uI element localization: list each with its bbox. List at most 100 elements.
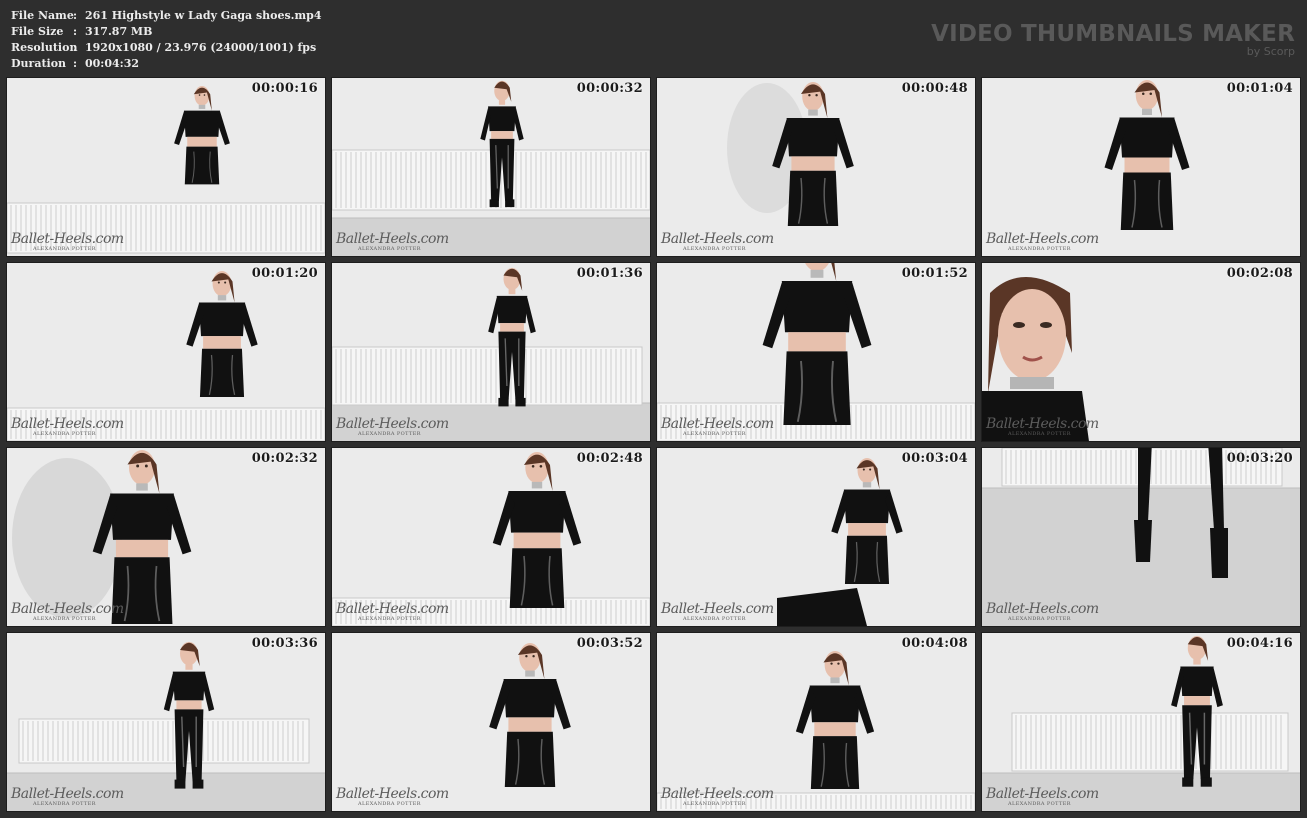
thumbnail-frame-image xyxy=(657,78,975,256)
file-name-label: File Name xyxy=(11,9,74,22)
thumbnail-frame-image xyxy=(7,263,325,441)
thumbnail-frame-image xyxy=(7,633,325,811)
file-info-row: Resolution : 1920x1080 / 23.976 (24000/1… xyxy=(11,40,322,56)
thumbnail-frame-image xyxy=(7,78,325,256)
watermark-text: Ballet-Heels.com xyxy=(986,231,1099,247)
thumbnail-timestamp: 00:03:04 xyxy=(901,451,968,466)
thumbnail-frame-image xyxy=(982,263,1300,441)
video-thumbnail[interactable]: 00:04:16 Ballet-Heels.com ALEXANDRA POTTER xyxy=(981,632,1301,812)
separator: : xyxy=(73,9,78,22)
thumbnail-timestamp: 00:03:52 xyxy=(576,636,643,651)
watermark-logo: Ballet-Heels.com ALEXANDRA POTTER xyxy=(986,601,1099,624)
watermark-logo: Ballet-Heels.com ALEXANDRA POTTER xyxy=(11,416,124,439)
thumbnail-timestamp: 00:02:32 xyxy=(251,451,318,466)
watermark-logo: Ballet-Heels.com ALEXANDRA POTTER xyxy=(986,231,1099,254)
thumbnail-timestamp: 00:00:16 xyxy=(251,81,318,96)
video-thumbnail[interactable]: 00:03:36 Ballet-Heels.com ALEXANDRA POTTER xyxy=(6,632,326,812)
watermark-text: Ballet-Heels.com xyxy=(336,416,449,432)
watermark-text: Ballet-Heels.com xyxy=(661,416,774,432)
resolution-label: Resolution xyxy=(11,41,78,54)
duration-label: Duration xyxy=(11,57,67,70)
thumbnail-timestamp: 00:03:20 xyxy=(1226,451,1293,466)
file-info-row: Duration : 00:04:32 xyxy=(11,56,322,72)
thumbnail-timestamp: 00:01:52 xyxy=(901,266,968,281)
brand-title: VIDEO THUMBNAILS MAKER xyxy=(931,21,1295,47)
watermark-text: Ballet-Heels.com xyxy=(661,786,774,802)
file-info-row: File Size : 317.87 MB xyxy=(11,24,322,40)
video-thumbnail[interactable]: 00:02:08 Ballet-Heels.com ALEXANDRA POTTER xyxy=(981,262,1301,442)
watermark-logo: Ballet-Heels.com ALEXANDRA POTTER xyxy=(986,786,1099,809)
watermark-text: Ballet-Heels.com xyxy=(11,416,124,432)
video-thumbnail[interactable]: 00:00:48 Ballet-Heels.com ALEXANDRA POTTER xyxy=(656,77,976,257)
video-thumbnail[interactable]: 00:03:20 Ballet-Heels.com ALEXANDRA POTTER xyxy=(981,447,1301,627)
watermark-logo: Ballet-Heels.com ALEXANDRA POTTER xyxy=(661,786,774,809)
watermark-logo: Ballet-Heels.com ALEXANDRA POTTER xyxy=(661,601,774,624)
thumbnail-frame-image xyxy=(657,633,975,811)
resolution-value: 1920x1080 / 23.976 (24000/1001) fps xyxy=(85,41,317,54)
watermark-text: Ballet-Heels.com xyxy=(336,786,449,802)
thumbnail-frame-image xyxy=(657,263,975,441)
thumbnail-timestamp: 00:00:48 xyxy=(901,81,968,96)
thumbnail-frame-image xyxy=(332,78,650,256)
watermark-logo: Ballet-Heels.com ALEXANDRA POTTER xyxy=(986,416,1099,439)
watermark-text: Ballet-Heels.com xyxy=(11,786,124,802)
watermark-logo: Ballet-Heels.com ALEXANDRA POTTER xyxy=(11,786,124,809)
watermark-logo: Ballet-Heels.com ALEXANDRA POTTER xyxy=(11,601,124,624)
thumbnail-timestamp: 00:04:08 xyxy=(901,636,968,651)
file-name-value: 261 Highstyle w Lady Gaga shoes.mp4 xyxy=(85,9,322,22)
watermark-text: Ballet-Heels.com xyxy=(661,601,774,617)
duration-value: 00:04:32 xyxy=(85,57,140,70)
thumbnail-frame-image xyxy=(7,448,325,626)
watermark-text: Ballet-Heels.com xyxy=(661,231,774,247)
thumbnail-frame-image xyxy=(332,448,650,626)
file-info: File Name : 261 Highstyle w Lady Gaga sh… xyxy=(11,8,322,72)
thumbnail-timestamp: 00:02:48 xyxy=(576,451,643,466)
watermark-text: Ballet-Heels.com xyxy=(336,231,449,247)
thumbnail-timestamp: 00:01:20 xyxy=(251,266,318,281)
watermark-logo: Ballet-Heels.com ALEXANDRA POTTER xyxy=(11,231,124,254)
thumbnail-timestamp: 00:03:36 xyxy=(251,636,318,651)
watermark-text: Ballet-Heels.com xyxy=(986,601,1099,617)
thumbnail-timestamp: 00:00:32 xyxy=(576,81,643,96)
thumbnail-frame-image xyxy=(657,448,975,626)
thumbnail-frame-image xyxy=(332,633,650,811)
watermark-logo: Ballet-Heels.com ALEXANDRA POTTER xyxy=(661,231,774,254)
file-size-value: 317.87 MB xyxy=(85,25,153,38)
file-info-row: File Name : 261 Highstyle w Lady Gaga sh… xyxy=(11,8,322,24)
separator: : xyxy=(73,25,78,38)
video-thumbnail[interactable]: 00:01:04 Ballet-Heels.com ALEXANDRA POTTER xyxy=(981,77,1301,257)
video-thumbnail[interactable]: 00:01:20 Ballet-Heels.com ALEXANDRA POTTER xyxy=(6,262,326,442)
thumbnail-frame-image xyxy=(982,448,1300,626)
video-thumbnail[interactable]: 00:03:04 Ballet-Heels.com ALEXANDRA POTTER xyxy=(656,447,976,627)
watermark-logo: Ballet-Heels.com ALEXANDRA POTTER xyxy=(336,786,449,809)
watermark-text: Ballet-Heels.com xyxy=(336,601,449,617)
video-thumbnail[interactable]: 00:04:08 Ballet-Heels.com ALEXANDRA POTTER xyxy=(656,632,976,812)
header: File Name : 261 Highstyle w Lady Gaga sh… xyxy=(0,0,1307,74)
video-thumbnail[interactable]: 00:01:52 Ballet-Heels.com ALEXANDRA POTTER xyxy=(656,262,976,442)
separator: : xyxy=(73,57,78,70)
watermark-text: Ballet-Heels.com xyxy=(11,601,124,617)
thumbnail-timestamp: 00:02:08 xyxy=(1226,266,1293,281)
watermark-text: Ballet-Heels.com xyxy=(986,416,1099,432)
video-thumbnail[interactable]: 00:00:32 Ballet-Heels.com ALEXANDRA POTTER xyxy=(331,77,651,257)
watermark-logo: Ballet-Heels.com ALEXANDRA POTTER xyxy=(336,601,449,624)
video-thumbnail[interactable]: 00:00:16 Ballet-Heels.com ALEXANDRA POTTER xyxy=(6,77,326,257)
watermark-logo: Ballet-Heels.com ALEXANDRA POTTER xyxy=(661,416,774,439)
separator: : xyxy=(73,41,78,54)
video-thumbnail[interactable]: 00:03:52 Ballet-Heels.com ALEXANDRA POTTER xyxy=(331,632,651,812)
thumbnail-timestamp: 00:01:36 xyxy=(576,266,643,281)
watermark-logo: Ballet-Heels.com ALEXANDRA POTTER xyxy=(336,231,449,254)
thumbnail-frame-image xyxy=(982,78,1300,256)
thumbnail-timestamp: 00:01:04 xyxy=(1226,81,1293,96)
thumbnail-timestamp: 00:04:16 xyxy=(1226,636,1293,651)
watermark-logo: Ballet-Heels.com ALEXANDRA POTTER xyxy=(336,416,449,439)
video-thumbnail[interactable]: 00:02:32 Ballet-Heels.com ALEXANDRA POTTER xyxy=(6,447,326,627)
brand-logo: VIDEO THUMBNAILS MAKER by Scorp xyxy=(931,20,1295,58)
thumbnail-frame-image xyxy=(982,633,1300,811)
video-thumbnail[interactable]: 00:01:36 Ballet-Heels.com ALEXANDRA POTTER xyxy=(331,262,651,442)
file-size-label: File Size xyxy=(11,25,64,38)
thumbnail-frame-image xyxy=(332,263,650,441)
watermark-text: Ballet-Heels.com xyxy=(11,231,124,247)
video-thumbnail[interactable]: 00:02:48 Ballet-Heels.com ALEXANDRA POTTER xyxy=(331,447,651,627)
watermark-text: Ballet-Heels.com xyxy=(986,786,1099,802)
